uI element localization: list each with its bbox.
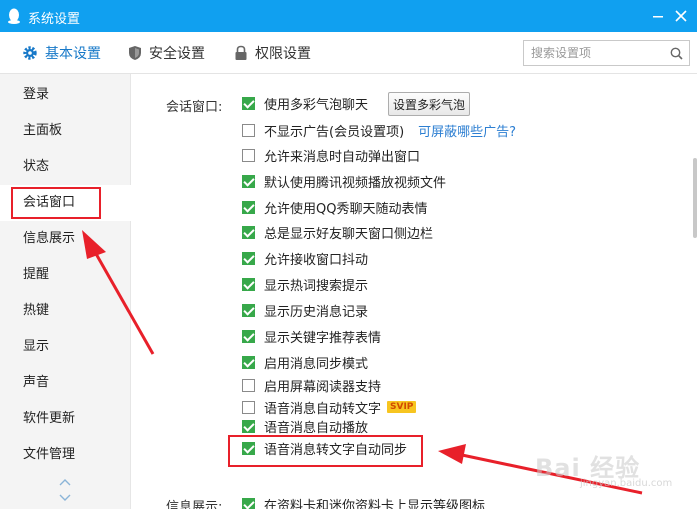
arrow-to-sidebar: [82, 230, 155, 355]
watermark-url: jingyan.baidu.com: [580, 478, 673, 489]
annotation-arrows: [82, 230, 643, 495]
